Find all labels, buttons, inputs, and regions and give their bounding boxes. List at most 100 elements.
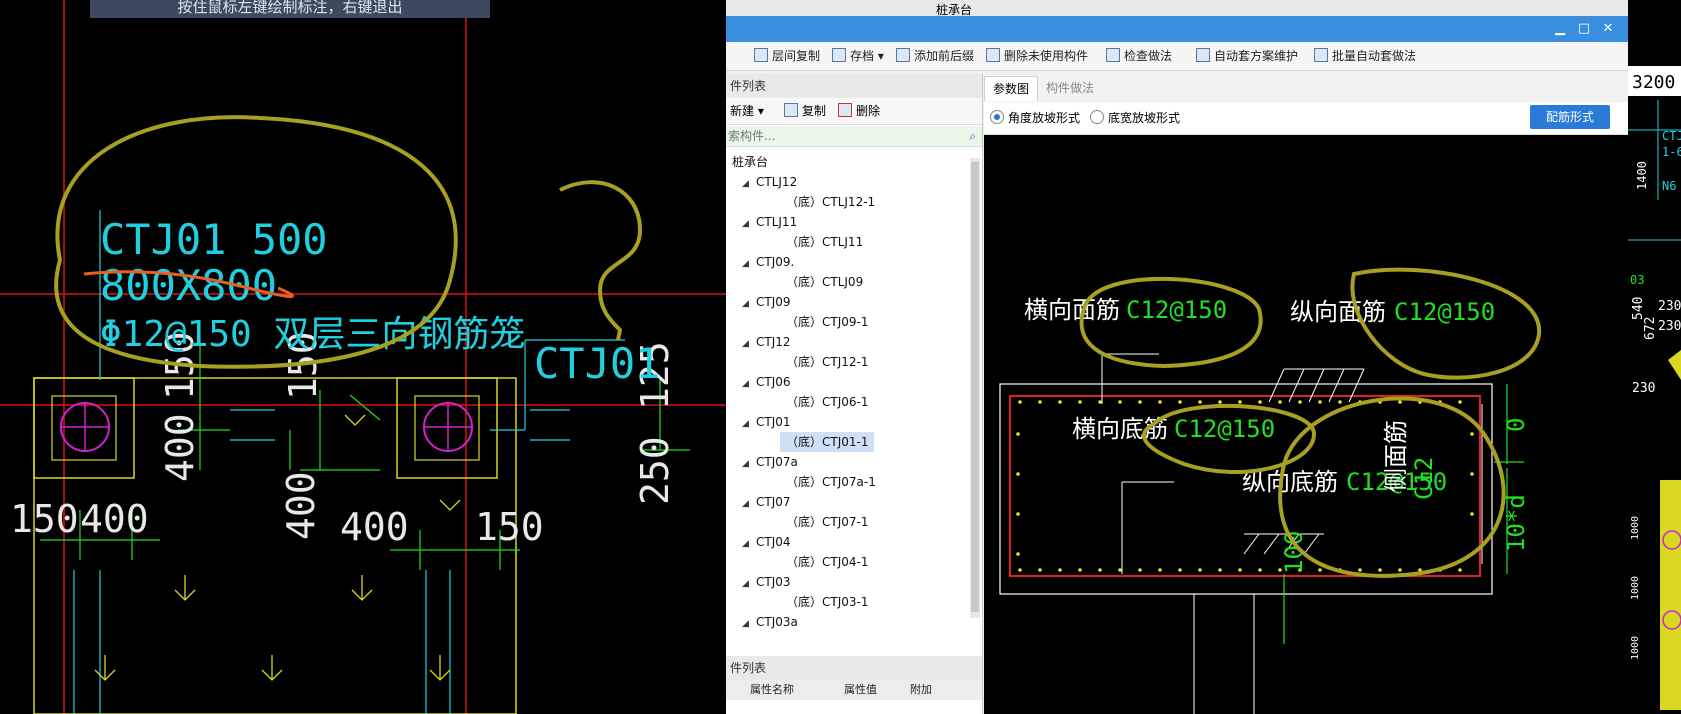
dim-text: 150 — [475, 505, 544, 549]
tree-node-label: CTLJ12 — [756, 175, 798, 189]
dim-text: 400 — [279, 471, 323, 540]
tree-node[interactable]: ◢ CTJ03 — [742, 572, 791, 592]
svg-text:1400: 1400 — [1635, 161, 1649, 190]
tree-node[interactable]: ◢ CTJ06 — [742, 372, 791, 392]
component-dialog: 桩承台 ▁ □ ✕ 层间复制 存档 ▾ 添加前后缀 删除未使用构件 检查做法 自… — [726, 0, 1628, 714]
svg-text:C12@150: C12@150 — [1174, 415, 1275, 443]
tree-node[interactable]: ◢ CTJ07a — [742, 452, 798, 472]
search-icon[interactable]: ⌕ — [969, 126, 976, 146]
expand-triangle-icon[interactable]: ◢ — [742, 374, 756, 394]
svg-text:1000: 1000 — [1630, 576, 1641, 600]
copy-button[interactable]: 复制 — [784, 98, 826, 124]
expand-triangle-icon[interactable]: ◢ — [742, 214, 756, 234]
pile-outline — [33, 377, 135, 479]
tree-leaf[interactable]: （底）CTJ03-1 — [780, 592, 874, 612]
expand-triangle-icon[interactable]: ◢ — [742, 334, 756, 354]
radio-angle[interactable] — [990, 110, 1004, 124]
cad-drawing-area-right[interactable]: 3200 CTJ 1-6 N6 1400 03 230 540 672 230 … — [1628, 0, 1681, 714]
property-list-header: 件列表 — [726, 656, 982, 681]
add-prefix-button[interactable]: 添加前后缀 — [896, 47, 974, 65]
cad-canvas-right[interactable]: 3200 CTJ 1-6 N6 1400 03 230 540 672 230 … — [1628, 0, 1681, 714]
expand-triangle-icon[interactable]: ◢ — [742, 254, 756, 274]
svg-text:横向面筋: 横向面筋 — [1024, 296, 1120, 324]
new-button[interactable]: 新建 ▾ — [730, 98, 764, 124]
expand-triangle-icon[interactable]: ◢ — [742, 614, 756, 634]
tree-node[interactable]: ◢ CTJ04 — [742, 532, 791, 552]
annotation-text: Φ12@150 双层三向钢筋笼 — [100, 314, 525, 355]
tree-node-label: CTJ12 — [756, 335, 791, 349]
pile-outline — [396, 377, 498, 479]
svg-text:侧面筋: 侧面筋 — [1382, 420, 1410, 492]
tree-leaf[interactable]: （底）CTJ04-1 — [780, 552, 874, 572]
expand-triangle-icon[interactable]: ◢ — [742, 174, 756, 194]
cad-canvas[interactable]: 150 400 400 150 150 150 400 400 125 250 … — [0, 0, 726, 714]
tree-node[interactable]: ◢ CTJ09 — [742, 292, 791, 312]
component-list-header: 件列表 — [726, 74, 982, 99]
tree-root[interactable]: 桩承台 — [732, 152, 768, 172]
tree-node-label: CTJ01 — [756, 415, 791, 429]
check-method-button[interactable]: 检查做法 — [1106, 47, 1172, 65]
diagram-tabs: 参数图 构件做法 — [984, 74, 1628, 103]
expand-triangle-icon[interactable]: ◢ — [742, 414, 756, 434]
save-button[interactable]: 存档 ▾ — [832, 47, 884, 65]
tree-leaf[interactable]: （底）CTJ07a-1 — [780, 472, 882, 492]
svg-text:1000: 1000 — [1630, 636, 1641, 660]
tree-node[interactable]: ◢ CTLJ12 — [742, 172, 797, 192]
tree-node-label: CTJ03 — [756, 575, 791, 589]
tree-node-label: CTJ07a — [756, 455, 798, 469]
dim-text: 150 — [10, 497, 79, 541]
annotation-text: CTJ01 — [534, 339, 660, 388]
expand-triangle-icon[interactable]: ◢ — [742, 574, 756, 594]
annotation-text: 800X800 — [100, 261, 277, 310]
delete-icon — [838, 103, 852, 117]
batch-auto-button[interactable]: 批量自动套做法 — [1314, 47, 1416, 65]
svg-text:672: 672 — [1643, 317, 1658, 340]
tab-component-method[interactable]: 构件做法 — [1038, 76, 1102, 100]
dim-text: 3200 — [1632, 72, 1675, 93]
tree-node[interactable]: ◢ CTLJ11 — [742, 212, 797, 232]
radio-width-label: 底宽放坡形式 — [1108, 111, 1181, 125]
auto-plan-button[interactable]: 自动套方案维护 — [1196, 47, 1298, 65]
tab-param-diagram[interactable]: 参数图 — [984, 76, 1039, 101]
dialog-titlebar[interactable]: ▁ □ ✕ — [726, 16, 1628, 42]
tree-leaf[interactable]: （底）CTLJ11 — [780, 232, 869, 252]
delete-unused-button[interactable]: 删除未使用构件 — [986, 47, 1088, 65]
tree-leaf[interactable]: （底）CTJ07-1 — [780, 512, 874, 532]
copy-floor-button[interactable]: 层间复制 — [754, 47, 820, 65]
svg-text:1000: 1000 — [1630, 516, 1641, 540]
expand-triangle-icon[interactable]: ◢ — [742, 294, 756, 314]
svg-text:230: 230 — [1658, 319, 1681, 334]
tree-node[interactable]: ◢ CTJ09. — [742, 252, 794, 272]
search-input[interactable]: 索构件... ⌕ — [726, 126, 982, 147]
cad-drawing-area-left[interactable]: 150 400 400 150 150 150 400 400 125 250 … — [0, 0, 726, 714]
minimize-icon[interactable]: ▁ — [1550, 20, 1570, 38]
dim-text: 400 — [80, 497, 149, 541]
auto-plan-icon — [1196, 48, 1210, 62]
expand-triangle-icon[interactable]: ◢ — [742, 494, 756, 514]
tree-node-label: CTJ09. — [756, 255, 795, 269]
svg-text:C12@150: C12@150 — [1394, 298, 1495, 326]
expand-triangle-icon[interactable]: ◢ — [742, 454, 756, 474]
toolbar: 层间复制 存档 ▾ 添加前后缀 删除未使用构件 检查做法 自动套方案维护 批量自… — [726, 42, 1628, 71]
tree-node[interactable]: ◢ CTJ12 — [742, 332, 791, 352]
tree-leaf[interactable]: （底）CTJ01-1 — [780, 432, 875, 452]
rebar-form-button[interactable]: 配筋形式 — [1530, 105, 1610, 129]
tree-node[interactable]: ◢ CTJ03a — [742, 612, 798, 632]
copy-floor-icon — [754, 48, 768, 62]
tree-scrollbar-thumb[interactable] — [971, 162, 979, 612]
tree-leaf[interactable]: （底）CTJ09-1 — [780, 312, 874, 332]
delete-button[interactable]: 删除 — [838, 98, 880, 124]
tree-leaf[interactable]: （底）CTJ06-1 — [780, 392, 874, 412]
tree-leaf[interactable]: （底）CTLJ12-1 — [780, 192, 881, 212]
dim-text: 400 — [340, 505, 409, 549]
svg-text:C12@150: C12@150 — [1126, 296, 1227, 324]
tree-leaf[interactable]: （底）CTLJ09 — [780, 272, 869, 292]
close-icon[interactable]: ✕ — [1598, 20, 1618, 38]
expand-triangle-icon[interactable]: ◢ — [742, 534, 756, 554]
tree-leaf[interactable]: （底）CTJ12-1 — [780, 352, 874, 372]
svg-text:纵向面筋: 纵向面筋 — [1290, 298, 1386, 326]
tree-node[interactable]: ◢ CTJ01 — [742, 412, 791, 432]
tree-node[interactable]: ◢ CTJ07 — [742, 492, 791, 512]
maximize-icon[interactable]: □ — [1574, 20, 1594, 38]
radio-width[interactable] — [1090, 110, 1104, 124]
